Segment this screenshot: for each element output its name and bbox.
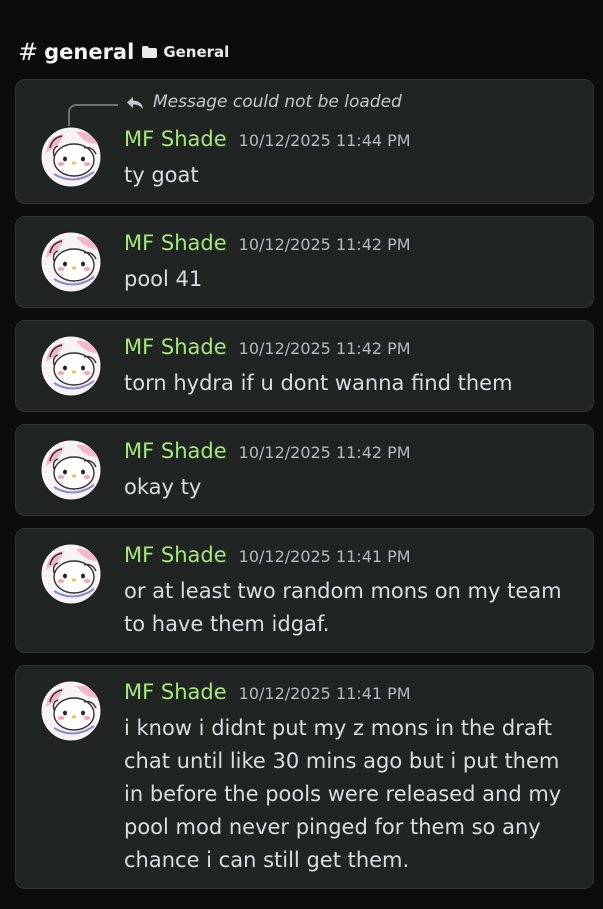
reply-notice[interactable]: Message could not be loaded — [153, 92, 402, 112]
message-text: okay ty — [124, 475, 202, 499]
author-name[interactable]: MF Shade — [124, 439, 227, 463]
message-card[interactable]: MF Shade 10/12/2025 11:42 PM pool 41 — [15, 216, 594, 308]
message-card[interactable]: Message could not be loaded MF Shade 10/… — [15, 79, 594, 204]
folder-icon — [142, 46, 158, 58]
channel-hash-icon: # — [18, 38, 39, 66]
message-card[interactable]: MF Shade 10/12/2025 11:42 PM torn hydra … — [15, 320, 594, 412]
avatar[interactable] — [40, 680, 102, 742]
channel-name[interactable]: general — [44, 40, 134, 64]
reply-connector — [68, 104, 118, 126]
timestamp: 10/12/2025 11:42 PM — [238, 339, 411, 358]
avatar[interactable] — [40, 126, 102, 188]
author-name[interactable]: MF Shade — [124, 543, 227, 567]
author-name[interactable]: MF Shade — [124, 680, 227, 704]
timestamp: 10/12/2025 11:44 PM — [238, 131, 411, 150]
message-card[interactable]: MF Shade 10/12/2025 11:42 PM okay ty — [15, 424, 594, 516]
category-name[interactable]: General — [163, 43, 229, 61]
message-text: ty goat — [124, 163, 199, 187]
channel-header: # general General — [18, 38, 229, 66]
author-name[interactable]: MF Shade — [124, 127, 227, 151]
message-text: pool 41 — [124, 267, 203, 291]
author-name[interactable]: MF Shade — [124, 231, 227, 255]
message-card[interactable]: MF Shade 10/12/2025 11:41 PM or at least… — [15, 528, 594, 653]
timestamp: 10/12/2025 11:42 PM — [238, 443, 411, 462]
timestamp: 10/12/2025 11:41 PM — [238, 684, 411, 703]
author-name[interactable]: MF Shade — [124, 335, 227, 359]
message-text: torn hydra if u dont wanna find them — [124, 371, 513, 395]
avatar[interactable] — [40, 335, 102, 397]
avatar[interactable] — [40, 439, 102, 501]
timestamp: 10/12/2025 11:41 PM — [238, 547, 411, 566]
reply-arrow-icon — [127, 97, 143, 109]
avatar[interactable] — [40, 543, 102, 605]
avatar[interactable] — [40, 231, 102, 293]
message-card[interactable]: MF Shade 10/12/2025 11:41 PM i know i di… — [15, 665, 594, 889]
message-text: or at least two random mons on my team t… — [124, 579, 562, 636]
timestamp: 10/12/2025 11:42 PM — [238, 235, 411, 254]
message-text: i know i didnt put my z mons in the draf… — [124, 716, 562, 872]
